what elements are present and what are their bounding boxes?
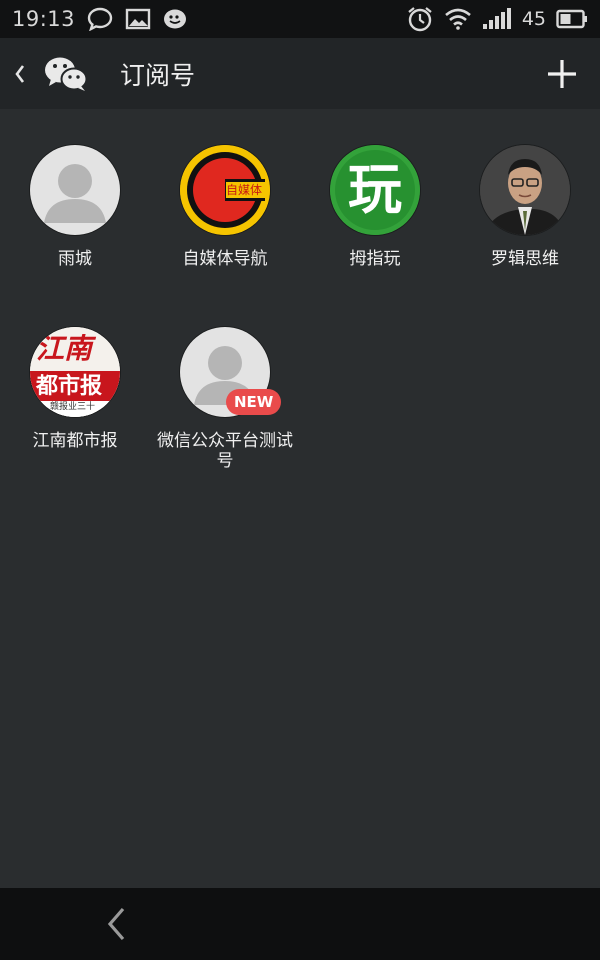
back-button[interactable] — [0, 38, 40, 109]
wechat-icon — [42, 54, 90, 94]
account-item[interactable]: 自媒体 自媒体导航 — [150, 145, 300, 269]
smiley-icon — [163, 8, 187, 30]
page-title: 订阅号 — [120, 60, 196, 90]
wifi-icon — [444, 8, 472, 30]
status-bar: 19:13 45 — [0, 0, 600, 38]
account-avatar: 玩 — [330, 145, 420, 235]
chat-bubble-icon — [87, 7, 113, 31]
account-name: 自媒体导航 — [182, 249, 268, 269]
nav-back-button[interactable] — [96, 904, 136, 944]
person-photo-icon — [480, 145, 570, 235]
avatar-text: 江南 — [36, 332, 93, 365]
account-name: 罗辑思维 — [491, 249, 559, 269]
add-button[interactable] — [524, 38, 600, 109]
chevron-left-icon — [15, 64, 25, 83]
signal-icon — [482, 8, 512, 30]
account-item[interactable]: 玩 拇指玩 — [300, 145, 450, 269]
alarm-icon — [406, 6, 434, 32]
account-name: 微信公众平台测试号 — [157, 431, 293, 471]
account-avatar — [480, 145, 570, 235]
account-name: 雨城 — [58, 249, 92, 269]
avatar-text: 赣报业三十 — [50, 402, 96, 412]
account-name: 江南都市报 — [32, 431, 118, 451]
account-avatar: 江南 都市报 赣报业三十 — [30, 327, 120, 417]
battery-icon — [556, 9, 588, 29]
avatar-text: 玩 — [348, 158, 402, 221]
battery-level: 45 — [521, 8, 546, 30]
account-item[interactable]: 雨城 — [0, 145, 150, 269]
status-time: 19:13 — [12, 7, 76, 31]
account-name: 拇指玩 — [349, 249, 401, 269]
new-badge: NEW — [226, 389, 282, 415]
avatar-text: 自媒体 — [226, 183, 263, 197]
avatar-text: 都市报 — [36, 373, 103, 399]
account-item[interactable]: 罗辑思维 — [450, 145, 600, 269]
nav-back-icon — [107, 907, 125, 941]
top-bar: 订阅号 — [0, 38, 600, 109]
account-avatar: 自媒体 — [180, 145, 270, 235]
account-avatar — [30, 145, 120, 235]
default-person-icon — [44, 164, 106, 223]
image-icon — [125, 8, 151, 30]
bottom-nav-bar — [0, 888, 600, 960]
account-item[interactable]: 江南 都市报 赣报业三十 江南都市报 — [0, 327, 150, 451]
plus-icon — [548, 59, 576, 88]
